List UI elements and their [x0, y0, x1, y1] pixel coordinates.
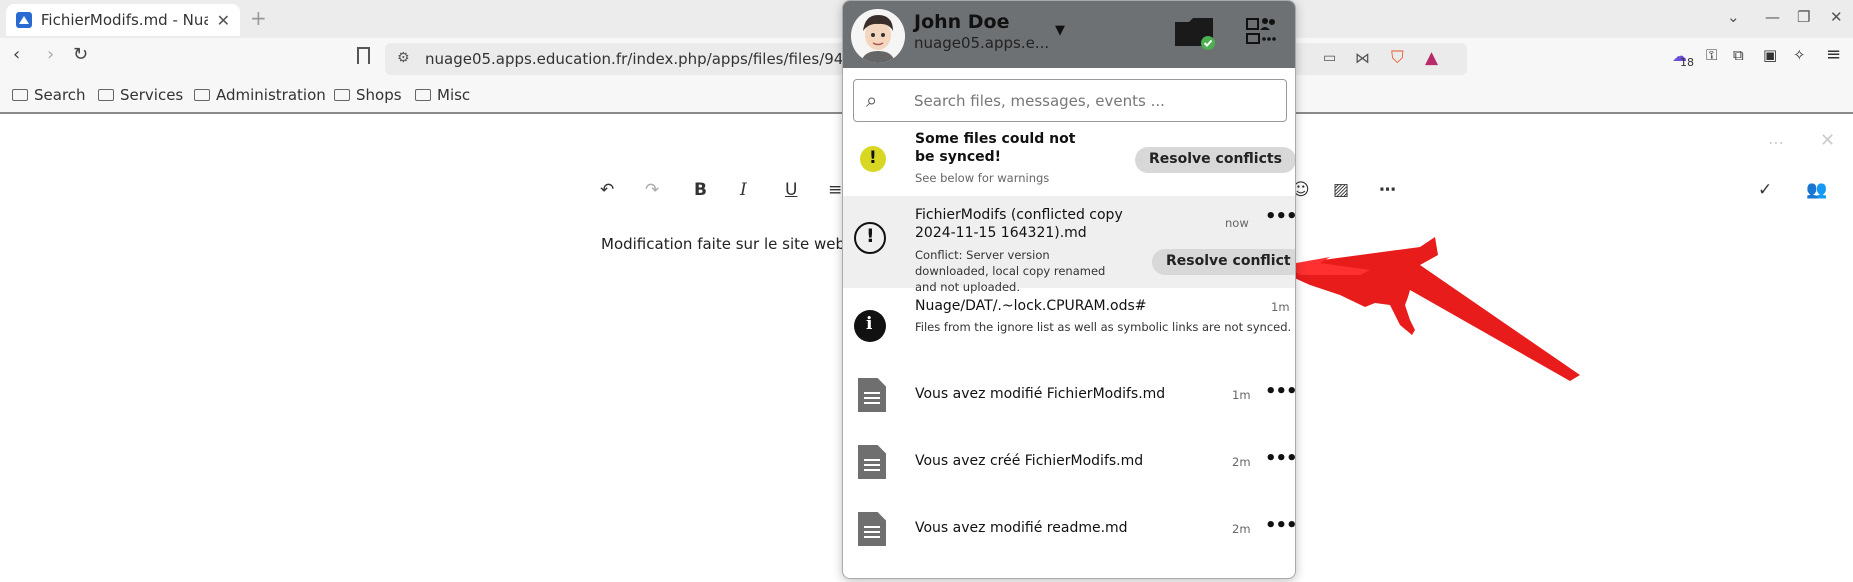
activity-time: 1m — [1232, 388, 1251, 402]
share-icon[interactable]: ⋈ — [1355, 49, 1370, 67]
strikethrough-icon[interactable]: ≡ — [828, 180, 842, 200]
bookmark-icon[interactable] — [357, 47, 370, 64]
user-avatar[interactable] — [851, 9, 905, 63]
document-icon — [858, 378, 886, 412]
bookmark-label: Services — [120, 86, 184, 104]
more-actions-icon[interactable]: ⋯ — [1379, 180, 1396, 200]
account-dropdown-icon[interactable]: ▼ — [1055, 23, 1065, 38]
sync-warning-subtitle: See below for warnings — [915, 171, 1050, 185]
nextcloud-favicon-icon — [16, 12, 32, 28]
bold-icon[interactable]: B — [694, 180, 707, 200]
conflict-file-title: FichierModifs (conflicted copy 2024-11-1… — [915, 207, 1123, 241]
activity-more-icon[interactable]: ••• — [1265, 381, 1295, 402]
bookmark-label: Misc — [437, 86, 471, 104]
folder-icon — [415, 89, 431, 101]
brave-shield-icon[interactable]: ⛉ — [1391, 48, 1404, 68]
close-tab-icon[interactable]: ✕ — [217, 11, 230, 30]
user-name: John Doe — [914, 11, 1010, 33]
folder-icon — [334, 89, 350, 101]
ignored-message: Files from the ignore list as well as sy… — [915, 320, 1292, 334]
new-tab-button[interactable]: + — [250, 6, 267, 30]
conflict-row[interactable]: ! FichierModifs (conflicted copy 2024-11… — [843, 196, 1295, 294]
extensions-puzzle-icon[interactable]: ⧉ — [1733, 46, 1744, 64]
activity-row[interactable]: Vous avez modifié FichierModifs.md 1m ••… — [843, 367, 1295, 423]
bookmark-label: Search — [34, 86, 86, 104]
redo-icon[interactable]: ↷ — [645, 180, 659, 200]
insert-image-icon[interactable]: ▨ — [1333, 180, 1349, 200]
underline-icon[interactable]: U — [785, 180, 797, 200]
menu-icon[interactable]: ≡ — [1826, 44, 1841, 65]
search-placeholder: Search files, messages, events ... — [914, 92, 1165, 110]
activity-text: Vous avez modifié FichierModifs.md — [915, 386, 1166, 402]
bookmark-folder-services[interactable]: Services — [98, 86, 183, 104]
italic-icon[interactable]: I — [740, 180, 747, 200]
tab-list-icon[interactable]: ⌄ — [1727, 8, 1740, 26]
people-icon[interactable]: 👥 — [1806, 180, 1827, 200]
sync-warning-title: Some files could not be synced! — [915, 131, 1076, 165]
warning-icon: ! — [860, 146, 886, 172]
undo-icon[interactable]: ↶ — [600, 180, 614, 200]
bookmark-folder-misc[interactable]: Misc — [415, 86, 470, 104]
brave-rewards-icon[interactable]: ▲ — [1425, 48, 1438, 68]
activity-row[interactable]: Vous avez modifié readme.md 2m ••• — [843, 501, 1295, 557]
document-text[interactable]: Modification faite sur le site web, ho — [601, 235, 873, 253]
activity-text: Vous avez créé FichierModifs.md — [915, 453, 1144, 469]
conflict-alert-icon: ! — [854, 222, 886, 254]
apps-menu-icon[interactable] — [1246, 16, 1276, 48]
unified-search-input[interactable]: ⌕ Search files, messages, events ... — [853, 79, 1287, 122]
restore-icon[interactable]: ❐ — [1797, 8, 1810, 26]
resolve-conflicts-button[interactable]: Resolve conflicts — [1135, 147, 1295, 173]
minimize-icon[interactable]: — — [1765, 8, 1780, 26]
tab-title: FichierModifs.md - Nuag — [40, 11, 208, 29]
reload-icon[interactable]: ↻ — [73, 44, 88, 65]
bookmark-folder-administration[interactable]: Administration — [194, 86, 326, 104]
resolve-conflict-button[interactable]: Resolve conflict — [1152, 249, 1295, 275]
back-icon[interactable]: ‹ — [13, 44, 20, 65]
red-arrow-annotation — [1270, 237, 1580, 381]
header-more-icon[interactable]: ⋯ — [1768, 133, 1784, 152]
close-viewer-icon[interactable]: ✕ — [1820, 130, 1835, 151]
ignored-file-title: Nuage/DAT/.~lock.CPURAM.ods# — [915, 298, 1147, 314]
conflict-time: now — [1225, 216, 1249, 230]
activity-text: Vous avez modifié readme.md — [915, 520, 1128, 536]
folder-icon — [194, 89, 210, 101]
folder-icon — [12, 89, 28, 101]
activity-more-icon[interactable]: ••• — [1265, 448, 1295, 469]
ignored-time: 1m — [1271, 300, 1290, 314]
browser-tab[interactable]: FichierModifs.md - Nuag ✕ — [6, 4, 240, 36]
sync-warning-row: ! Some files could not be synced! See be… — [843, 127, 1295, 191]
cast-icon[interactable]: ▭ — [1323, 50, 1336, 66]
forward-icon[interactable]: › — [47, 44, 54, 65]
folder-icon — [98, 89, 114, 101]
bookmark-label: Administration — [216, 86, 326, 104]
document-icon — [858, 512, 886, 546]
bookmark-folder-search[interactable]: Search — [12, 86, 86, 104]
document-icon — [858, 445, 886, 479]
search-icon: ⌕ — [866, 88, 878, 112]
leo-ai-icon[interactable]: ✧ — [1793, 46, 1806, 64]
conflict-more-icon[interactable]: ••• — [1265, 206, 1295, 227]
activity-more-icon[interactable]: ••• — [1265, 515, 1295, 536]
wallet-icon[interactable]: ▣ — [1763, 46, 1777, 64]
close-window-icon[interactable]: ✕ — [1830, 8, 1843, 26]
conflict-message: Conflict: Server version downloaded, loc… — [915, 248, 1106, 294]
checkmark-icon[interactable]: ✓ — [1758, 180, 1772, 200]
info-icon: i — [854, 310, 886, 342]
extension-icon[interactable]: ⚿ — [1706, 46, 1717, 64]
ignored-file-row[interactable]: i Nuage/DAT/.~lock.CPURAM.ods# 1m Files … — [843, 291, 1295, 357]
activity-time: 2m — [1232, 522, 1251, 536]
activity-row[interactable]: Vous avez créé FichierModifs.md 2m ••• — [843, 434, 1295, 490]
local-folder-icon[interactable] — [1175, 16, 1215, 50]
bookmark-label: Shops — [356, 86, 402, 104]
bookmark-folder-shops[interactable]: Shops — [334, 86, 402, 104]
server-host: nuage05.apps.e... — [914, 34, 1050, 52]
site-info-icon[interactable]: ⚙ — [397, 50, 410, 66]
sync-client-popup: John Doe nuage05.apps.e... ▼ ⌕ Search fi… — [842, 0, 1296, 579]
extension-badge: 18 — [1680, 56, 1694, 69]
popup-header: John Doe nuage05.apps.e... ▼ — [843, 1, 1295, 68]
activity-time: 2m — [1232, 455, 1251, 469]
